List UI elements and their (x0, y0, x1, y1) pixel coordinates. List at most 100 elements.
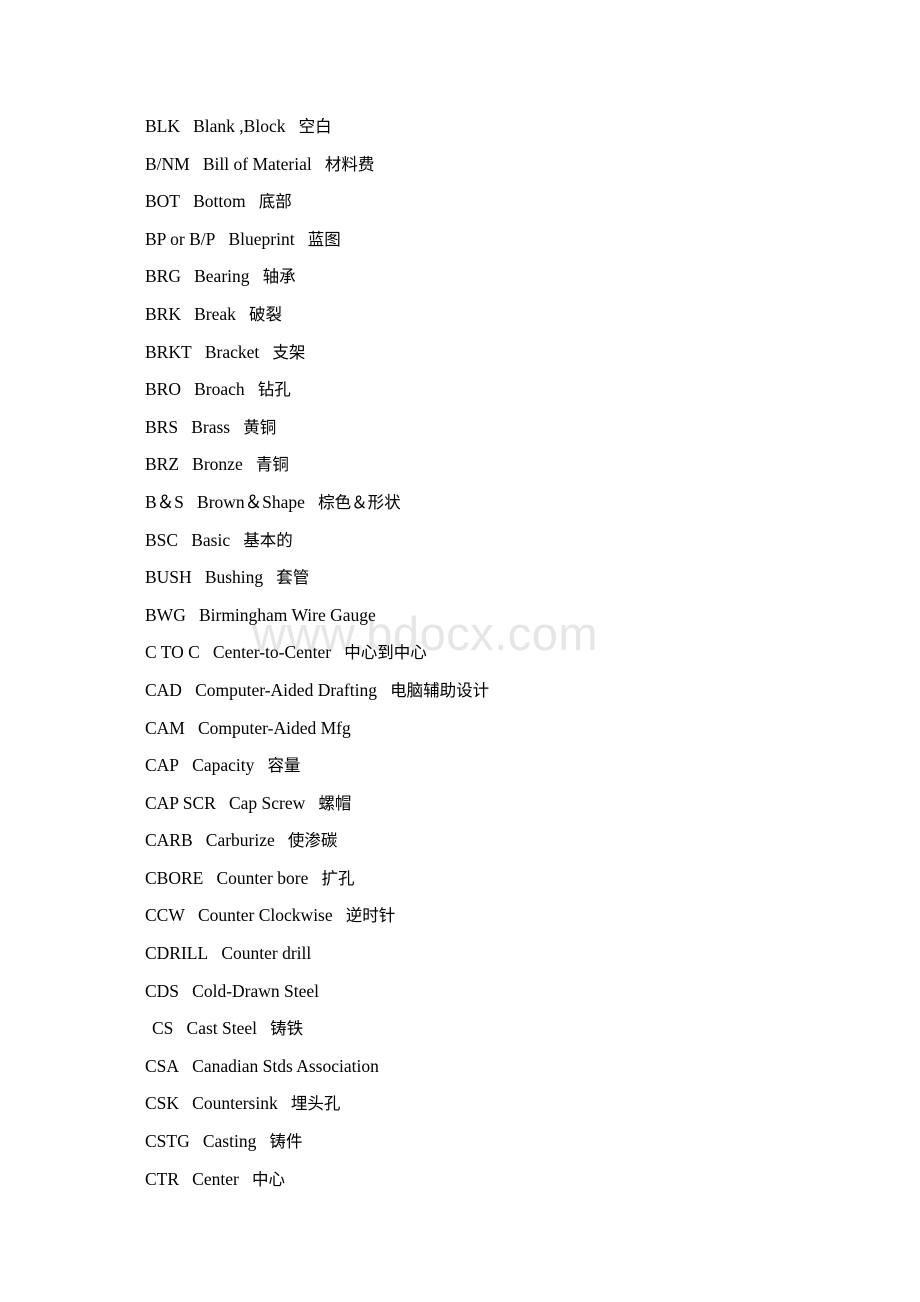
entry-separator (285, 116, 298, 136)
entry-chinese-translation: 蓝图 (307, 229, 341, 249)
entry-chinese-translation: 套管 (276, 568, 310, 588)
entry-separator (256, 1131, 269, 1151)
entry-separator (185, 905, 198, 925)
entry-chinese-translation: 青铜 (255, 455, 289, 475)
entry-separator (295, 229, 308, 249)
entry-english-term: Bill of Material (202, 153, 312, 174)
glossary-entry: C TO C Center-to-Center 中心到中心 (145, 634, 880, 672)
entry-separator (257, 1018, 270, 1038)
entry-chinese-translation: 逆时针 (345, 906, 396, 926)
entry-separator (259, 342, 272, 362)
entry-separator (184, 492, 197, 512)
entry-english-term: Casting (202, 1131, 257, 1152)
entry-abbreviation: BRG (145, 266, 181, 287)
entry-separator (181, 266, 194, 286)
entry-english-term: Blank ,Block (193, 116, 286, 136)
entry-abbreviation: CSTG (145, 1131, 190, 1152)
entry-separator (178, 530, 191, 550)
entry-chinese-translation: 中心 (251, 1169, 285, 1189)
entry-chinese-translation: 容量 (267, 756, 301, 776)
glossary-entry: CDS Cold-Drawn Steel (145, 973, 880, 1011)
entry-english-term: Countersink (192, 1093, 278, 1114)
entry-english-term: Cap Screw (228, 792, 306, 813)
glossary-entry: CARB Carburize 使渗碳 (145, 822, 880, 860)
entry-separator (181, 379, 194, 399)
entry-english-term: Bottom (193, 191, 246, 212)
entry-english-term: Center (192, 1168, 239, 1189)
entry-english-term: Bracket (204, 341, 260, 362)
entry-abbreviation: CARB (145, 830, 193, 851)
glossary-entry: BRG Bearing 轴承 (145, 258, 880, 296)
entry-abbreviation: BRO (145, 379, 181, 400)
entry-separator (179, 981, 192, 1001)
entry-separator (230, 417, 243, 437)
entry-english-term: Counter bore (216, 867, 309, 888)
entry-chinese-translation: 支架 (272, 342, 306, 362)
entry-separator (190, 1131, 203, 1151)
entry-separator (305, 492, 318, 512)
entry-abbreviation: BUSH (145, 567, 192, 588)
glossary-entry: BRZ Bronze 青铜 (145, 446, 880, 484)
entry-chinese-translation: 使渗碳 (287, 831, 338, 851)
entry-separator (173, 1018, 186, 1038)
entry-abbreviation: BRKT (145, 341, 192, 362)
glossary-entry: BSC Basic 基本的 (145, 522, 880, 560)
glossary-entry: BUSH Bushing 套管 (145, 559, 880, 597)
entry-separator (180, 116, 193, 136)
entry-english-term: Bearing (194, 266, 250, 287)
entry-separator (305, 793, 318, 813)
entry-chinese-translation: 钻孔 (257, 380, 291, 400)
entry-abbreviation: BOT (145, 191, 180, 212)
entry-abbreviation: CDRILL (145, 943, 209, 964)
entry-abbreviation: C TO C (145, 642, 200, 663)
entry-abbreviation: CSA (145, 1055, 180, 1076)
glossary-entry: CBORE Counter bore 扩孔 (145, 860, 880, 898)
glossary-entry: BWG Birmingham Wire Gauge (145, 597, 880, 635)
entry-english-term: Bronze (192, 454, 243, 475)
entry-abbreviation: BP or B/P (145, 228, 216, 249)
entry-abbreviation: CAP (145, 755, 180, 776)
entry-separator (182, 680, 195, 700)
entry-chinese-translation: 棕色＆形状 (318, 492, 401, 512)
entry-english-term: Cast Steel (186, 1018, 258, 1039)
entry-chinese-translation: 材料费 (324, 154, 375, 174)
entry-abbreviation: CBORE (145, 867, 204, 888)
entry-separator (179, 1056, 192, 1076)
entry-english-term: Broach (194, 379, 245, 400)
entry-english-term: Carburize (205, 830, 275, 851)
entry-abbreviation: CAD (145, 679, 182, 700)
glossary-entry: CAD Computer-Aided Drafting 电脑辅助设计 (145, 672, 880, 710)
entry-separator (246, 191, 259, 211)
entry-english-term: Cold-Drawn Steel (192, 980, 320, 1001)
entry-separator (180, 191, 193, 211)
entry-english-term: Blueprint (228, 228, 295, 249)
entry-separator (216, 793, 229, 813)
entry-separator (243, 454, 256, 474)
entry-chinese-translation: 轴承 (262, 267, 296, 287)
entry-english-term: Computer-Aided Mfg (198, 717, 351, 738)
entry-english-term: Capacity (192, 755, 255, 776)
glossary-entry: CAM Computer-Aided Mfg (145, 710, 880, 748)
entry-separator (193, 830, 206, 850)
entry-separator (186, 605, 199, 625)
document-page: www.bdocx.com BLK Blank ,Block 空白 B/NM Bi… (0, 0, 920, 1302)
entry-abbreviation: CAP SCR (145, 792, 216, 813)
glossary-entry: CAP Capacity 容量 (145, 747, 880, 785)
entry-english-term: Birmingham Wire Gauge (198, 604, 376, 625)
entry-separator (230, 530, 243, 550)
entry-chinese-translation: 电脑辅助设计 (390, 680, 490, 700)
entry-separator (312, 154, 325, 174)
entry-chinese-translation: 铸件 (269, 1132, 303, 1152)
entry-separator (254, 755, 267, 775)
entry-separator (245, 379, 258, 399)
entry-abbreviation: B/NM (145, 153, 190, 174)
entry-separator (185, 718, 198, 738)
entry-english-term: Computer-Aided Drafting (195, 679, 377, 700)
entry-chinese-translation: 基本的 (243, 530, 293, 550)
glossary-entry: BRKT Bracket 支架 (145, 334, 880, 372)
entry-abbreviation: BSC (145, 529, 179, 550)
entry-separator (215, 229, 228, 249)
glossary-entry: CSK Countersink 埋头孔 (145, 1085, 880, 1123)
entry-chinese-translation: 黄铜 (243, 417, 277, 437)
entry-chinese-translation: 中心到中心 (344, 643, 427, 663)
